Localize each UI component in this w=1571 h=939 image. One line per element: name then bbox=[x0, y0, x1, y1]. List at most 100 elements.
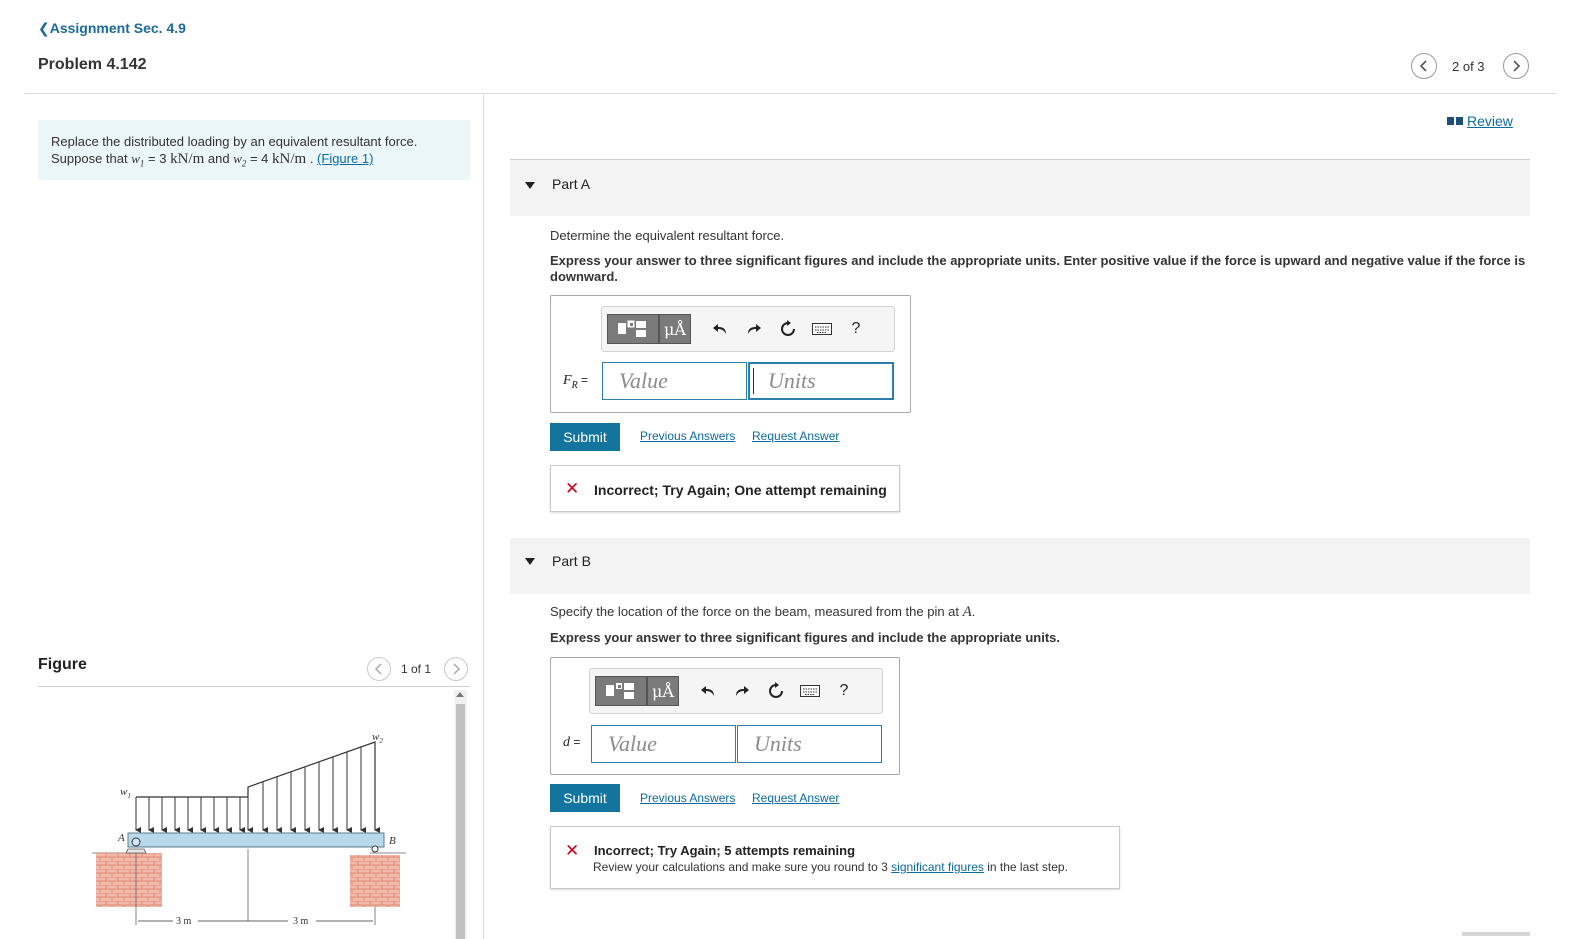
symbols-button[interactable]: μÅ bbox=[647, 676, 679, 706]
part-b-feedback-detail: Review your calculations and make sure y… bbox=[593, 860, 1068, 874]
chevron-left-icon: ❮ bbox=[38, 20, 50, 36]
w2-unit: kN/m bbox=[272, 151, 307, 167]
part-a-label: Part A bbox=[552, 176, 591, 192]
next-problem-button[interactable] bbox=[1503, 53, 1529, 79]
undo-icon bbox=[701, 686, 714, 696]
svg-text:w1: w1 bbox=[120, 786, 131, 800]
keyboard-button[interactable] bbox=[805, 314, 839, 344]
reset-icon bbox=[781, 320, 795, 336]
feedback-suffix: in the last step. bbox=[983, 860, 1068, 874]
part-b-instruction: Express your answer to three significant… bbox=[550, 630, 1060, 645]
scroll-up-arrow-icon[interactable] bbox=[456, 692, 464, 697]
header-divider bbox=[25, 93, 1556, 94]
chevron-right-icon bbox=[1513, 60, 1521, 72]
feedback-prefix: Review your calculations and make sure y… bbox=[593, 860, 892, 874]
symbols-button[interactable]: μÅ bbox=[659, 314, 691, 344]
help-button[interactable]: ? bbox=[839, 314, 873, 344]
help-icon: ? bbox=[851, 320, 861, 337]
part-a-feedback-text: Incorrect; Try Again; One attempt remain… bbox=[594, 482, 887, 498]
reset-button[interactable] bbox=[771, 314, 805, 344]
figure-pager-text: 1 of 1 bbox=[401, 662, 432, 676]
review-label: Review bbox=[1467, 113, 1513, 129]
keyboard-icon bbox=[800, 685, 820, 697]
w1-symbol: w1 bbox=[131, 151, 145, 169]
undo-button[interactable] bbox=[703, 314, 737, 344]
templates-icon bbox=[618, 320, 646, 337]
part-b-header[interactable]: Part B bbox=[510, 538, 1530, 594]
caret-down-icon bbox=[525, 182, 535, 189]
part-a-submit-button[interactable]: Submit bbox=[550, 423, 620, 451]
back-to-assignment-link[interactable]: ❮Assignment Sec. 4.9 bbox=[38, 20, 186, 37]
help-button[interactable]: ? bbox=[827, 676, 861, 706]
back-link-label: Assignment Sec. 4.9 bbox=[49, 20, 186, 36]
part-b-toolbar: μÅ ? bbox=[589, 668, 883, 714]
w1-unit: kN/m bbox=[170, 151, 205, 167]
chevron-left-icon bbox=[1419, 60, 1427, 72]
reset-icon bbox=[769, 682, 783, 698]
keyboard-icon bbox=[812, 323, 832, 335]
problem-title: Problem 4.142 bbox=[38, 56, 147, 73]
review-link[interactable]: Review bbox=[1447, 113, 1513, 129]
svg-text:3 m: 3 m bbox=[176, 916, 192, 927]
text-cursor bbox=[753, 368, 754, 394]
w2-value: = 4 bbox=[246, 151, 273, 166]
intro-line-2: Suppose that w1 = 3 kN/m and w2 = 4 kN/m… bbox=[51, 150, 457, 173]
redo-button[interactable] bbox=[737, 314, 771, 344]
svg-text:A: A bbox=[117, 832, 125, 844]
part-b-label: Part B bbox=[552, 553, 591, 569]
part-b-feedback-title: Incorrect; Try Again; 5 attempts remaini… bbox=[594, 843, 856, 858]
keyboard-button[interactable] bbox=[793, 676, 827, 706]
part-b-feedback: ✕ Incorrect; Try Again; 5 attempts remai… bbox=[550, 826, 1120, 889]
book-icon bbox=[1447, 117, 1463, 125]
part-a-units-input[interactable]: Units bbox=[748, 362, 894, 400]
part-a-feedback: ✕ Incorrect; Try Again; One attempt rema… bbox=[550, 465, 900, 512]
templates-button[interactable] bbox=[595, 676, 647, 706]
page-scroll-indicator[interactable] bbox=[1462, 932, 1530, 936]
chevron-left-icon bbox=[374, 663, 382, 675]
problem-pager-text: 2 of 3 bbox=[1452, 59, 1485, 74]
part-a-value-input[interactable]: Value bbox=[602, 362, 747, 400]
figure-link[interactable]: (Figure 1) bbox=[317, 151, 373, 166]
part-b-units-input[interactable]: Units bbox=[737, 725, 882, 763]
figure-divider bbox=[38, 686, 470, 687]
redo-button[interactable] bbox=[725, 676, 759, 706]
part-a-toolbar: μÅ ? bbox=[601, 306, 895, 352]
part-a-header[interactable]: Part A bbox=[510, 160, 1530, 216]
significant-figures-link[interactable]: significant figures bbox=[891, 860, 984, 874]
part-b-request-answer-link[interactable]: Request Answer bbox=[752, 791, 839, 805]
part-a-previous-answers-link[interactable]: Previous Answers bbox=[640, 429, 735, 443]
w1-value: = 3 bbox=[144, 151, 171, 166]
part-a-question: Determine the equivalent resultant force… bbox=[550, 228, 785, 243]
prev-problem-button[interactable] bbox=[1411, 53, 1437, 79]
redo-icon bbox=[748, 324, 761, 334]
period-text: . bbox=[306, 151, 318, 166]
part-a-instruction: Express your answer to three significant… bbox=[550, 253, 1526, 284]
part-b-submit-button[interactable]: Submit bbox=[550, 784, 620, 812]
w2-symbol: w2 bbox=[233, 151, 247, 169]
undo-button[interactable] bbox=[691, 676, 725, 706]
templates-icon bbox=[606, 683, 634, 699]
x-mark-icon: ✕ bbox=[565, 841, 580, 860]
chevron-right-icon bbox=[453, 663, 461, 675]
part-a-variable-label: FR = bbox=[563, 373, 589, 391]
figure-prev-button[interactable] bbox=[367, 657, 391, 681]
svg-text:B: B bbox=[389, 835, 396, 847]
figure-next-button[interactable] bbox=[444, 657, 468, 681]
part-a-request-answer-link[interactable]: Request Answer bbox=[752, 429, 839, 443]
reset-button[interactable] bbox=[759, 676, 793, 706]
svg-text:3 m: 3 m bbox=[293, 916, 309, 927]
question-variable: A bbox=[962, 604, 972, 620]
undo-icon bbox=[713, 324, 726, 334]
part-b-value-input[interactable]: Value bbox=[591, 725, 736, 763]
help-icon: ? bbox=[839, 682, 849, 699]
templates-button[interactable] bbox=[607, 314, 659, 344]
part-b-previous-answers-link[interactable]: Previous Answers bbox=[640, 791, 735, 805]
suppose-text: Suppose that bbox=[51, 151, 128, 166]
part-a-answer-box: μÅ ? FR = Value Units bbox=[550, 295, 911, 413]
part-b-answer-box: μÅ ? d = Value Units bbox=[550, 657, 900, 775]
units-placeholder: Units bbox=[768, 368, 816, 393]
caret-down-icon bbox=[525, 558, 535, 565]
intro-line-1: Replace the distributed loading by an eq… bbox=[51, 134, 418, 149]
svg-text:w2: w2 bbox=[372, 731, 383, 745]
figure-scrollbar-thumb[interactable] bbox=[456, 704, 465, 939]
